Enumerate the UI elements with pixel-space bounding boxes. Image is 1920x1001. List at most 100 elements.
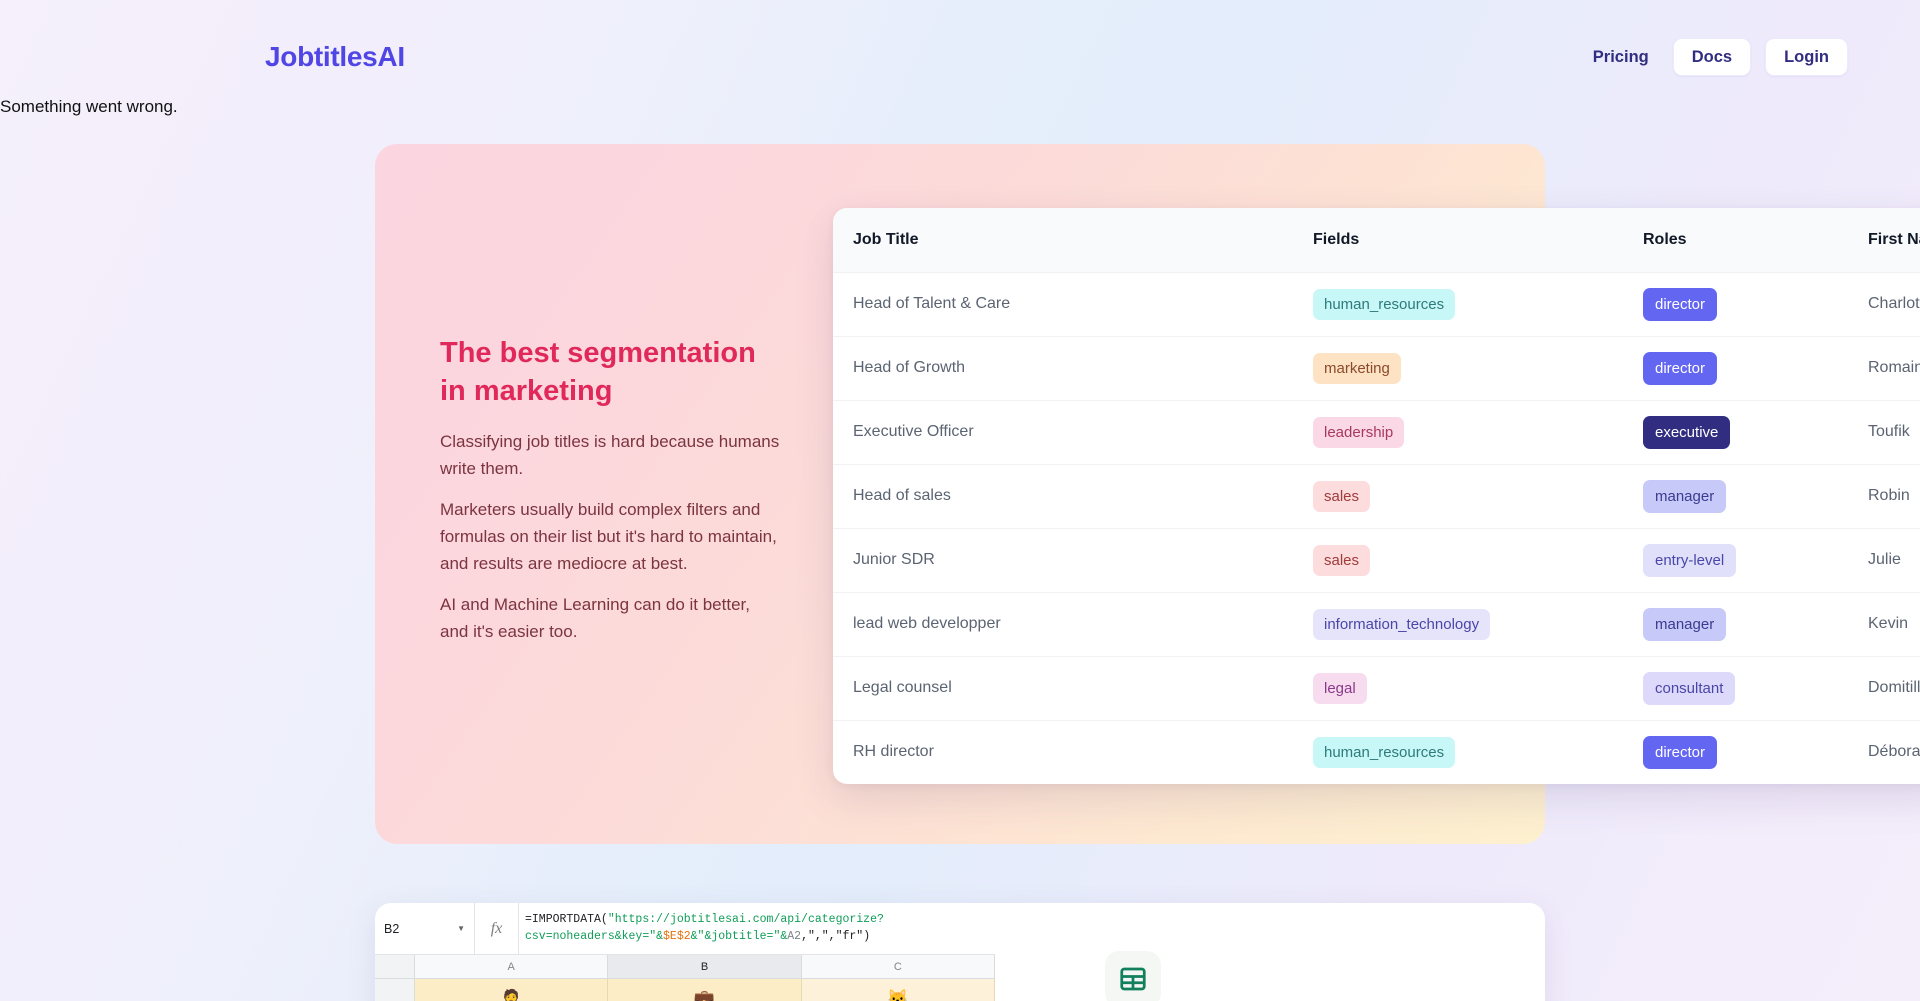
grid-cell-b2[interactable]: 💼 [608, 979, 802, 1001]
column-header-roles[interactable]: Roles [1643, 208, 1868, 273]
results-table: Job Title Fields Roles First Name Head o… [833, 208, 1920, 784]
cell-job-title: lead web developper [833, 592, 1313, 657]
primary-nav: Pricing Docs Login [1583, 38, 1848, 76]
google-sheets-icon [1105, 951, 1161, 1001]
column-header-first-name[interactable]: First Name [1868, 208, 1920, 273]
grid-cell-c2[interactable]: 🐱 [801, 979, 995, 1001]
results-table-card: Job Title Fields Roles First Name Head o… [833, 208, 1920, 784]
error-message: Something went wrong. [0, 97, 178, 116]
cell-fields: sales [1313, 464, 1643, 529]
nav-button-login[interactable]: Login [1765, 38, 1848, 76]
formula-input[interactable]: =IMPORTDATA("https://jobtitlesai.com/api… [519, 903, 995, 954]
spreadsheet-row: 🧑‍💼 💼 🐱 [375, 979, 995, 1001]
grid-column-header-b[interactable]: B [608, 955, 802, 978]
hero-paragraph-3: AI and Machine Learning can do it better… [440, 595, 750, 641]
field-badge: sales [1313, 480, 1371, 512]
formula-url: "https://jobtitlesai.com/api/categorize? [607, 913, 884, 926]
grid-corner[interactable] [375, 955, 415, 978]
field-badge: legal [1313, 672, 1367, 704]
cell-job-title: Head of sales [833, 464, 1313, 529]
table-row[interactable]: Head of sales sales manager Robin [833, 464, 1920, 529]
spreadsheet-column-headers: A B C [375, 955, 995, 979]
field-badge: marketing [1313, 352, 1401, 384]
spreadsheet-inner: B2 ▼ fx =IMPORTDATA("https://jobtitlesai… [375, 903, 995, 1001]
role-badge: director [1643, 287, 1718, 321]
table-row[interactable]: RH director human_resources director Débora… [833, 720, 1920, 784]
hero-title-line2: in marketing [440, 375, 613, 407]
cell-roles: entry-level [1643, 528, 1868, 593]
cell-job-title: Junior SDR [833, 528, 1313, 593]
cell-roles: consultant [1643, 656, 1868, 721]
hero-paragraph-2: Marketers usually build complex filters … [440, 500, 777, 573]
cell-first-name: Déborah [1868, 743, 1920, 761]
cell-first-name: Toufik [1868, 400, 1920, 465]
role-badge: manager [1643, 479, 1727, 513]
formula-query-b: &"&jobtitle="& [690, 930, 788, 943]
cell-fields: sales [1313, 528, 1643, 593]
cell-roles: director [1643, 720, 1868, 784]
cell-roles: manager [1643, 592, 1868, 657]
column-header-job-title[interactable]: Job Title [833, 208, 1313, 273]
brand-logo[interactable]: JobtitlesAI [265, 43, 405, 71]
role-badge: manager [1643, 607, 1727, 641]
cell-first-name: Romain [1868, 336, 1920, 401]
cell-first-name: Robin [1868, 464, 1920, 529]
cell-job-title: Head of Growth [833, 336, 1313, 401]
cell-fields: marketing [1313, 336, 1643, 401]
field-badge: human_resources [1313, 736, 1456, 768]
site-header: JobtitlesAI Pricing Docs Login [0, 0, 1920, 94]
cell-reference-box[interactable]: B2 ▼ [375, 903, 475, 954]
spreadsheet-card: B2 ▼ fx =IMPORTDATA("https://jobtitlesai… [375, 903, 1545, 1001]
cell-fields: human_resources [1313, 720, 1643, 784]
cell-roles: executive [1643, 400, 1868, 465]
nav-link-pricing[interactable]: Pricing [1583, 39, 1659, 75]
nav-button-docs[interactable]: Docs [1672, 38, 1752, 76]
formula-bar: B2 ▼ fx =IMPORTDATA("https://jobtitlesai… [375, 903, 995, 955]
table-row[interactable]: Legal counsellegal consultant Domitille [833, 656, 1920, 721]
cell-fields: legal [1313, 656, 1643, 721]
role-badge: director [1643, 351, 1718, 385]
cell-first-name: Domitille [1868, 656, 1920, 721]
cell-roles: director [1643, 272, 1868, 337]
hero-title: The best segmentation in marketing [440, 334, 780, 410]
grid-column-header-a[interactable]: A [415, 955, 609, 978]
cell-job-title: Head of Talent & Care [833, 272, 1313, 337]
field-badge: sales [1313, 544, 1371, 576]
role-badge: consultant [1643, 671, 1736, 705]
cell-job-title: Legal counsel [833, 656, 1313, 721]
formula-tail: ,",","fr") [801, 930, 871, 943]
table-row[interactable]: Head of Growth marketing director Romain [833, 336, 1920, 401]
table-body: Head of Talent & Care human_resources dire… [833, 272, 1920, 784]
role-badge: executive [1643, 415, 1731, 449]
table-row[interactable]: Executive Officer leadership executive Touf… [833, 400, 1920, 465]
cell-fields: leadership [1313, 400, 1643, 465]
column-header-fields[interactable]: Fields [1313, 208, 1643, 273]
chevron-down-icon[interactable]: ▼ [457, 924, 465, 933]
formula-ref-cell: A2 [787, 930, 802, 943]
hero-paragraph-1: Classifying job titles is hard because h… [440, 432, 780, 478]
cell-first-name: Julie [1868, 528, 1920, 593]
field-badge: human_resources [1313, 288, 1456, 320]
hero-title-line1: The best segmentation [440, 337, 756, 369]
role-badge: director [1643, 735, 1718, 769]
table-row[interactable]: lead web developper information_technolog… [833, 592, 1920, 657]
role-badge: entry-level [1643, 543, 1737, 577]
cell-fields: information_technology [1313, 592, 1643, 657]
formula-query-a: csv=noheaders&key="& [525, 930, 664, 943]
formula-function: =IMPORTDATA( [525, 913, 608, 926]
cell-first-name: Charlotte [1868, 272, 1920, 337]
hero-copy: The best segmentation in marketing Class… [440, 334, 780, 645]
field-badge: leadership [1313, 416, 1405, 448]
formula-ref-key: $E$2 [663, 930, 691, 943]
table-row[interactable]: Head of Talent & Care human_resources dire… [833, 272, 1920, 337]
grid-row-header[interactable] [375, 979, 415, 1001]
cell-first-name: Kevin [1868, 592, 1920, 657]
grid-column-header-c[interactable]: C [802, 955, 995, 978]
table-header: Job Title Fields Roles First Name [833, 208, 1920, 273]
field-badge: information_technology [1313, 608, 1491, 640]
grid-cell-a2[interactable]: 🧑‍💼 [415, 979, 609, 1001]
cell-roles: manager [1643, 464, 1868, 529]
cell-job-title: Executive Officer [833, 400, 1313, 465]
table-row[interactable]: Junior SDR sales entry-level Julie [833, 528, 1920, 593]
cell-roles: director [1643, 336, 1868, 401]
